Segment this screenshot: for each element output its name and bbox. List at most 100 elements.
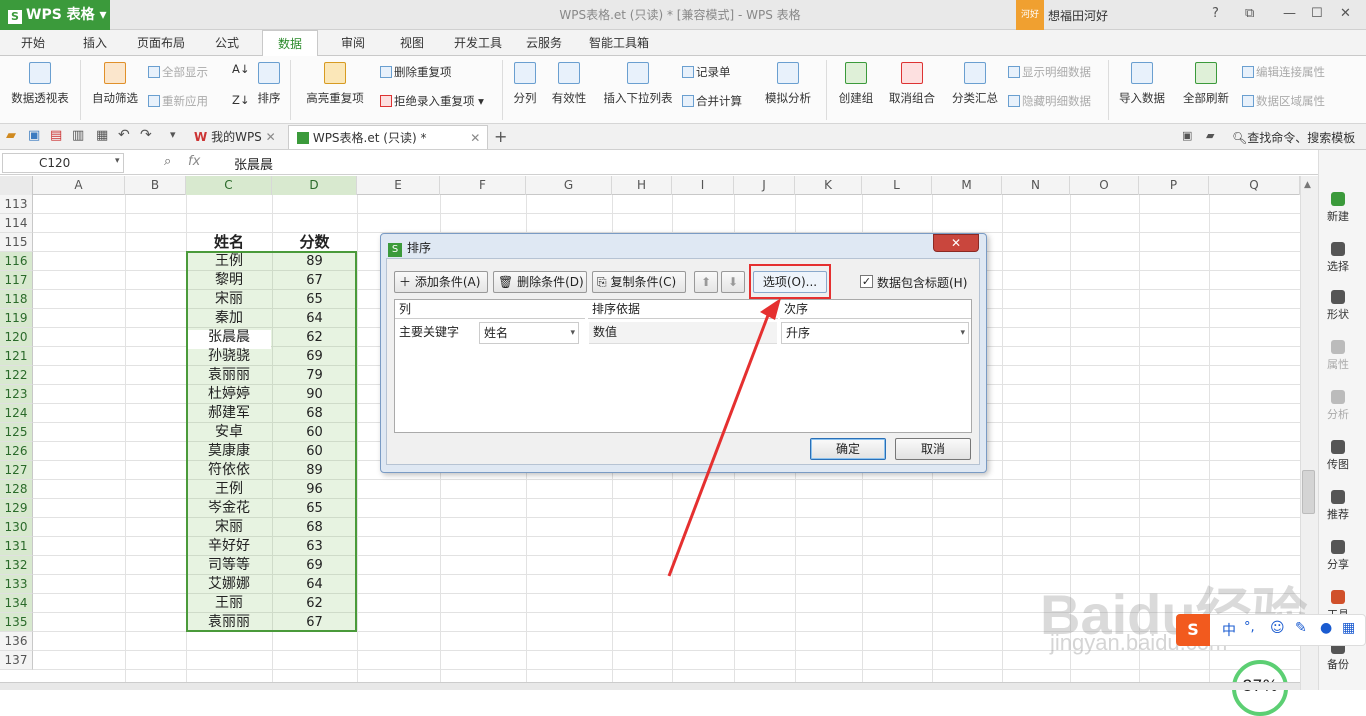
row-header-115[interactable]: 115 [0,233,33,252]
subtotal-button[interactable]: 分类汇总 [950,62,1000,106]
name-cell[interactable]: 张晨晨 [186,328,272,347]
name-cell[interactable]: 艾娜娜 [186,575,272,594]
row-header-133[interactable]: 133 [0,575,33,594]
sidebar-new[interactable]: 新建 [1318,192,1358,224]
row-header-128[interactable]: 128 [0,480,33,499]
namebox-dropdown-icon[interactable]: ▾ [115,156,120,166]
zoom-formula-icon[interactable]: ⌕ [164,154,171,169]
copy-condition-button[interactable]: ⎘ 复制条件(C) [592,271,686,293]
score-cell[interactable]: 89 [272,461,357,480]
row-header-116[interactable]: 116 [0,252,33,271]
tab-4[interactable]: 数据 [262,30,318,56]
ime-punct[interactable]: °, [1244,620,1255,635]
score-cell[interactable]: 89 [272,252,357,271]
ok-button[interactable]: 确定 [810,438,886,460]
close-window-icon[interactable]: ✕ [1340,6,1351,21]
score-cell[interactable]: 63 [272,537,357,556]
column-header-E[interactable]: E [357,176,440,195]
sheet-tab-bar[interactable] [0,682,1300,690]
sort-button[interactable]: 排序 [256,62,282,106]
score-cell[interactable]: 60 [272,442,357,461]
app-menu-button[interactable]: S WPS 表格 ▾ [0,0,110,30]
row-header-124[interactable]: 124 [0,404,33,423]
edit-connection-button[interactable]: 编辑连接属性 [1242,64,1325,80]
column-header-L[interactable]: L [862,176,932,195]
row-header-127[interactable]: 127 [0,461,33,480]
row-header-123[interactable]: 123 [0,385,33,404]
column-header-Q[interactable]: Q [1209,176,1300,195]
refresh-all-button[interactable]: 全部刷新 [1176,62,1236,106]
row-header-131[interactable]: 131 [0,537,33,556]
ungroup-button[interactable]: 取消组合 [882,62,942,106]
score-cell[interactable]: 64 [272,575,357,594]
record-form-button[interactable]: 记录单 [682,64,731,80]
row-header-122[interactable]: 122 [0,366,33,385]
name-cell[interactable]: 秦加 [186,309,272,328]
fx-icon[interactable]: fx [188,154,200,169]
dialog-close-button[interactable]: ✕ [933,234,979,252]
undo-icon[interactable]: ↶ [118,127,130,143]
score-cell[interactable]: 65 [272,290,357,309]
name-header-cell[interactable]: 姓名 [186,233,272,252]
has-header-checkbox[interactable]: ✓ [860,275,873,288]
column-header-F[interactable]: F [440,176,526,195]
score-cell[interactable]: 65 [272,499,357,518]
tab-my-wps[interactable]: W 我的WPS ✕ [186,125,284,149]
emoji-icon[interactable]: ☺ [1270,620,1285,636]
row-header-120[interactable]: 120 [0,328,33,347]
customize-qa-icon[interactable]: ▾ [170,128,176,141]
pivot-table-button[interactable]: 数据透视表 [10,62,70,106]
help-icon[interactable]: ? [1212,6,1219,21]
column-header-M[interactable]: M [932,176,1002,195]
microphone-icon[interactable]: ● [1320,620,1332,636]
tab-7[interactable]: 开发工具 [448,30,508,56]
row-header-126[interactable]: 126 [0,442,33,461]
autofilter-button[interactable]: 自动筛选 [90,62,140,106]
score-cell[interactable]: 67 [272,613,357,632]
delete-condition-button[interactable]: 🗑︎ 删除条件(D) [493,271,587,293]
range-props-button[interactable]: 数据区域属性 [1242,93,1325,109]
column-header-B[interactable]: B [125,176,186,195]
delete-duplicates-button[interactable]: 删除重复项 [380,64,452,80]
maximize-icon[interactable]: ☐ [1311,6,1323,21]
name-cell[interactable]: 黎明 [186,271,272,290]
close-tab-icon[interactable]: ✕ [266,130,276,144]
sort-desc-icon[interactable]: Z↓ [232,93,250,107]
user-name[interactable]: 想福田河好 [1048,7,1108,24]
tab-8[interactable]: 云服务 [520,30,568,56]
score-cell[interactable]: 96 [272,480,357,499]
column-header-D[interactable]: D [272,176,357,195]
score-cell[interactable]: 68 [272,518,357,537]
column-header-P[interactable]: P [1139,176,1209,195]
basis-select[interactable]: 数值 [589,322,777,344]
sidebar-share[interactable]: 分享 [1318,540,1358,572]
sogou-logo-icon[interactable]: S [1176,614,1210,646]
row-header-130[interactable]: 130 [0,518,33,537]
name-box[interactable]: C120 [2,153,124,173]
select-all-corner[interactable] [0,176,33,195]
score-cell[interactable]: 90 [272,385,357,404]
scroll-up-icon[interactable]: ▲ [1304,180,1311,190]
sort-asc-icon[interactable]: A↓ [232,62,250,76]
redo-icon[interactable]: ↷ [140,127,152,143]
name-cell[interactable]: 宋丽 [186,518,272,537]
row-header-119[interactable]: 119 [0,309,33,328]
tab-3[interactable]: 公式 [208,30,246,56]
name-cell[interactable]: 莫康康 [186,442,272,461]
scroll-thumb[interactable] [1302,470,1315,514]
name-cell[interactable]: 王丽 [186,594,272,613]
column-header-N[interactable]: N [1002,176,1070,195]
score-cell[interactable]: 69 [272,556,357,575]
save-icon[interactable]: ▣ [28,128,40,143]
name-cell[interactable]: 辛好好 [186,537,272,556]
name-cell[interactable]: 王例 [186,252,272,271]
tab-1[interactable]: 插入 [76,30,114,56]
cancel-button[interactable]: 取消 [895,438,971,460]
name-cell[interactable]: 袁丽丽 [186,613,272,632]
tab-2[interactable]: 页面布局 [130,30,192,56]
score-cell[interactable]: 67 [272,271,357,290]
close-tab-icon[interactable]: ✕ [470,131,480,145]
minimize-icon[interactable]: — [1283,6,1296,21]
name-cell[interactable]: 杜婷婷 [186,385,272,404]
column-header-H[interactable]: H [612,176,672,195]
